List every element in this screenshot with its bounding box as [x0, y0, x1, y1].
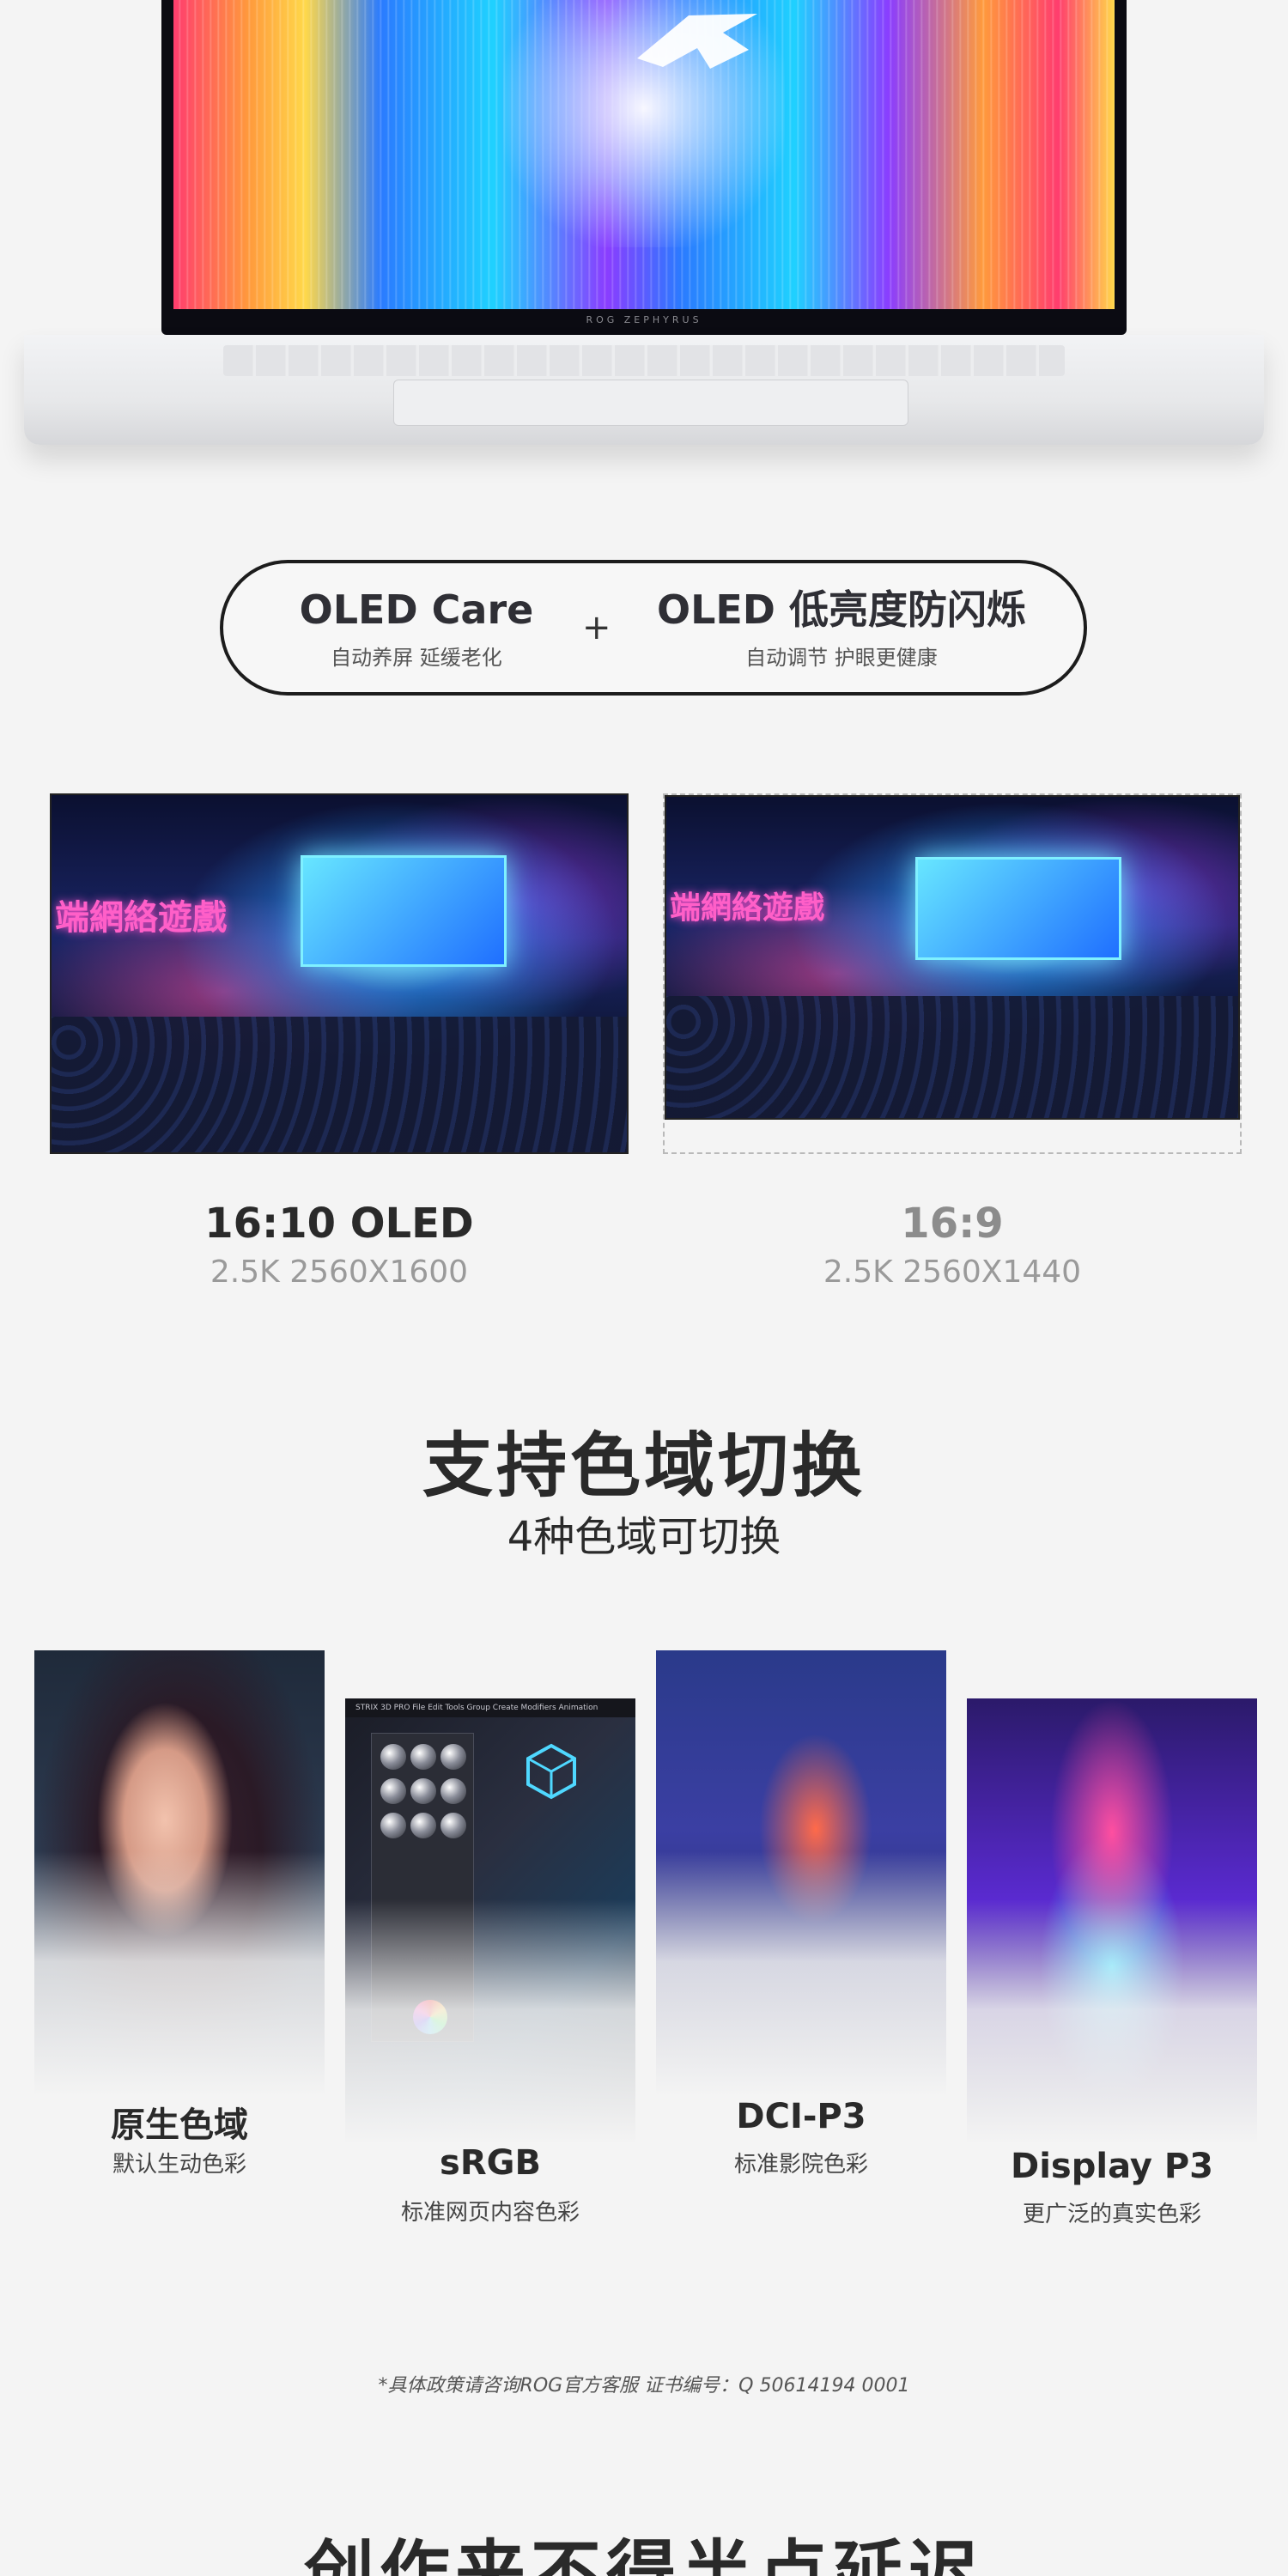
gamut-card-title: Display P3 [1011, 2147, 1213, 2186]
laptop-keyboard [223, 345, 1065, 376]
stage-screen [301, 855, 507, 967]
card-fade [656, 1851, 946, 2097]
next-section-heading: 创作来不得半点延迟 [303, 2533, 984, 2576]
oled-care-block: OLED Care 自动养屏 延缓老化 [283, 584, 550, 671]
gamut-card-subtitle: 更广泛的真实色彩 [1022, 2202, 1201, 2227]
aspect-16-9-caption: 16:9 2.5K 2560X1440 [663, 1198, 1242, 1290]
oled-flicker-block: OLED 低亮度防闪烁 自动调节 护眼更健康 [635, 584, 1048, 671]
crowd [52, 1016, 627, 1152]
aspect-16-10-caption: 16:10 OLED 2.5K 2560X1600 [50, 1198, 629, 1290]
crowd [666, 995, 1238, 1118]
material-sphere [410, 1813, 436, 1838]
footnote: *具体政策请咨询ROG官方客服 证书编号：Q 50614194 0001 [378, 2375, 910, 2397]
laptop-trackpad [393, 380, 908, 426]
material-sphere [440, 1778, 466, 1804]
aspect-16-9-title: 16:9 [901, 1200, 1004, 1248]
plus-icon: + [582, 608, 611, 647]
concert-image-16-9: 端網絡遊戲 [665, 795, 1240, 1120]
gamut-card-subtitle: 默认生动色彩 [112, 2152, 246, 2178]
neon-sign: 端網絡遊戲 [670, 890, 825, 926]
gamut-card-subtitle: 标准网页内容色彩 [400, 2200, 580, 2226]
stage-screen [915, 857, 1121, 960]
gamut-card-display-p3 [967, 1698, 1257, 2145]
gamut-card-title: 原生色域 [111, 2105, 248, 2145]
neon-sign: 端網絡遊戲 [55, 898, 227, 938]
gamut-heading: 支持色域切换 [422, 1425, 866, 1507]
aspect-16-10-resolution: 2.5K 2560X1600 [210, 1255, 469, 1290]
oled-care-subtitle: 自动养屏 延缓老化 [331, 646, 502, 670]
laptop-screen [161, 0, 1127, 335]
software-menubar: STRIX 3D PRO File Edit Tools Group Creat… [345, 1698, 635, 1717]
aspect-16-10-title: 16:10 OLED [204, 1200, 474, 1248]
material-sphere [380, 1778, 406, 1804]
gamut-card-srgb: STRIX 3D PRO File Edit Tools Group Creat… [345, 1698, 635, 2145]
material-sphere [440, 1813, 466, 1838]
gamut-card-title: sRGB [440, 2143, 541, 2183]
oled-care-title: OLED Care [299, 586, 534, 633]
gamut-card-dci-p3 [656, 1650, 946, 2097]
material-sphere [380, 1744, 406, 1770]
gamut-card-native [34, 1650, 325, 2097]
card-fade [967, 1899, 1257, 2145]
card-fade [345, 1899, 635, 2145]
oled-feature-pill: OLED Care 自动养屏 延缓老化 + OLED 低亮度防闪烁 自动调节 护… [220, 560, 1087, 696]
gamut-subheading: 4种色域可切换 [507, 1513, 781, 1561]
material-sphere [380, 1813, 406, 1838]
material-sphere [410, 1778, 436, 1804]
gamut-card-subtitle: 标准影院色彩 [733, 2152, 868, 2178]
rog-logo-icon [637, 14, 757, 69]
oled-flicker-title: OLED 低亮度防闪烁 [656, 586, 1027, 633]
cube-logo-icon [526, 1743, 576, 1800]
card-fade [34, 1851, 325, 2097]
material-sphere [440, 1744, 466, 1770]
oled-flicker-subtitle: 自动调节 护眼更健康 [745, 646, 938, 670]
hero-wallpaper [173, 0, 1115, 309]
laptop-deck [24, 335, 1264, 445]
gamut-card-title: DCI-P3 [736, 2097, 866, 2136]
material-sphere [410, 1744, 436, 1770]
laptop-brand-label: ROG ZEPHYRUS [586, 314, 702, 325]
concert-image-16-9-frame: 端網絡遊戲 [663, 793, 1242, 1154]
aspect-16-9-resolution: 2.5K 2560X1440 [823, 1255, 1082, 1290]
concert-image-16-10: 端網絡遊戲 [50, 793, 629, 1154]
